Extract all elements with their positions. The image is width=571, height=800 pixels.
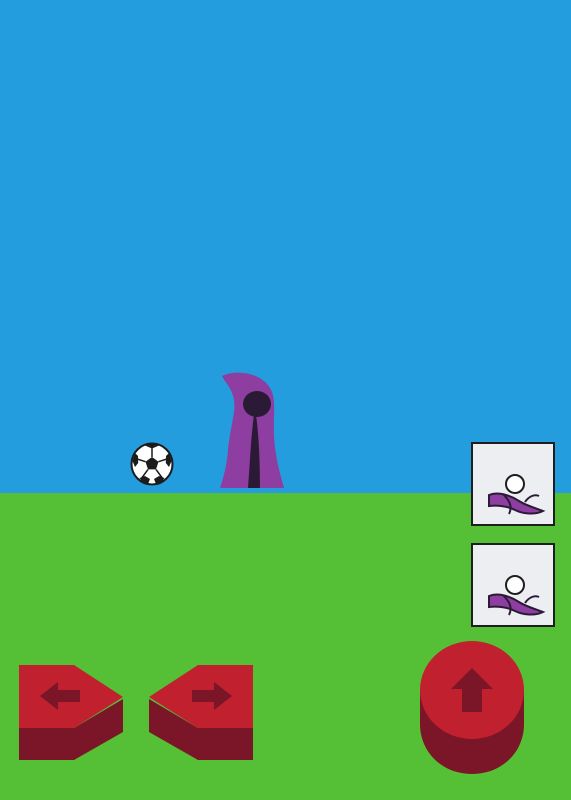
kick-ability-card-1[interactable] [471, 442, 555, 526]
soccer-ball-icon [130, 442, 174, 486]
kick-ability-card-2[interactable] [471, 543, 555, 627]
kick-ability-icon [488, 474, 546, 515]
jump-button[interactable] [418, 640, 526, 776]
move-right-button[interactable] [146, 664, 254, 764]
kick-ability-icon [488, 575, 546, 616]
hooded-figure-icon [220, 372, 284, 488]
move-left-button[interactable] [18, 664, 126, 764]
